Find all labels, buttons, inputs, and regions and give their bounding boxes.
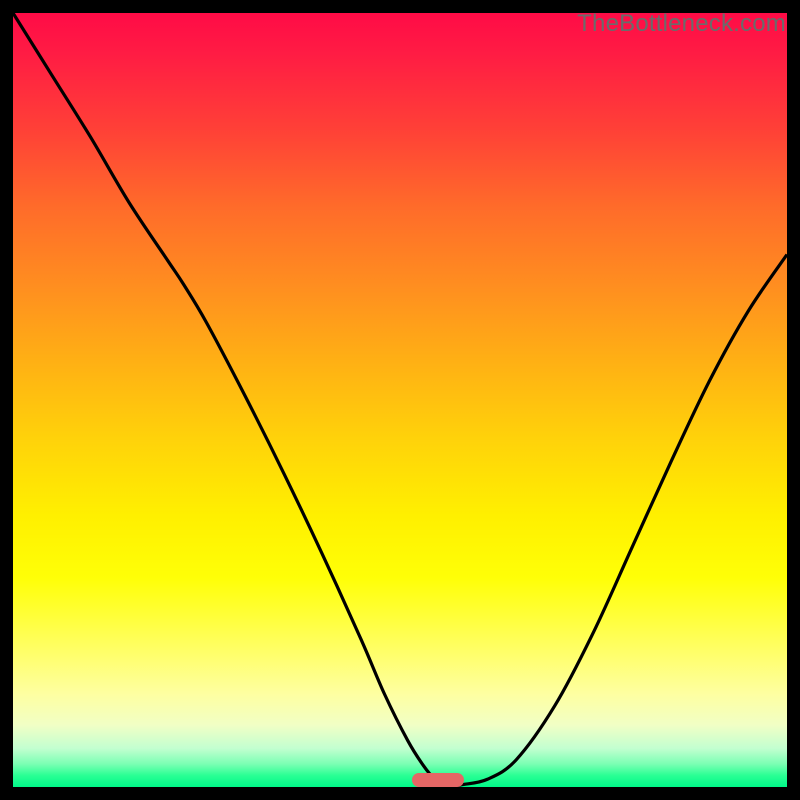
plot-area xyxy=(13,13,787,787)
watermark-text: TheBottleneck.com xyxy=(577,10,786,38)
chart-container: TheBottleneck.com xyxy=(0,0,800,800)
optimal-marker xyxy=(412,773,464,787)
bottleneck-curve xyxy=(13,13,787,787)
